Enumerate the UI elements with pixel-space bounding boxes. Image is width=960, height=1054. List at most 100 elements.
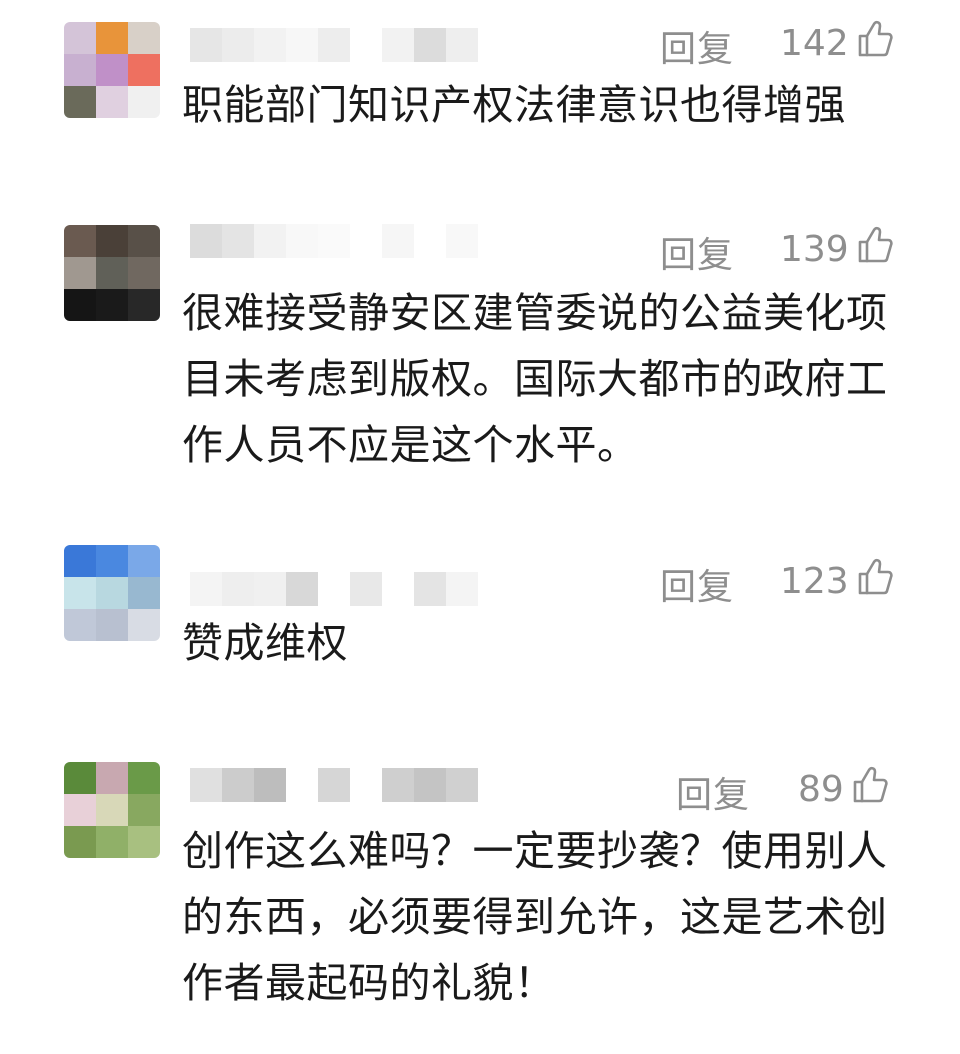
reply-button[interactable]: 回复 [676, 766, 750, 818]
avatar-mosaic-tile [64, 257, 96, 289]
thumbs-up-icon [857, 20, 893, 67]
reply-button[interactable]: 回复 [660, 558, 734, 610]
username-mosaic-tile [446, 768, 478, 802]
avatar-mosaic-tile [128, 577, 160, 609]
username-mosaic-tile [222, 572, 254, 606]
username-mosaic-tile [286, 224, 318, 258]
username-mosaic-tile [286, 572, 318, 606]
username-mosaic-tile [190, 572, 222, 606]
avatar-mosaic-tile [64, 225, 96, 257]
username-mosaic-tile [190, 768, 222, 802]
thumbs-up-icon [852, 766, 888, 813]
avatar-mosaic-tile [96, 225, 128, 257]
like-count: 139 [780, 229, 849, 270]
username-mosaic-tile [286, 28, 318, 62]
username-mosaic-tile [254, 572, 286, 606]
like-button[interactable]: 123 [780, 558, 893, 605]
avatar-mosaic-tile [96, 794, 128, 826]
username-mosaic-tile [318, 572, 350, 606]
username-mosaic-tile [414, 28, 446, 62]
username-blurred[interactable] [190, 768, 478, 802]
avatar-mosaic-tile [96, 545, 128, 577]
avatar-mosaic-tile [64, 577, 96, 609]
username-mosaic-tile [414, 768, 446, 802]
username-mosaic-tile [286, 768, 318, 802]
username-mosaic-tile [222, 224, 254, 258]
username-mosaic-tile [382, 28, 414, 62]
comment-text: 赞成维权 [182, 619, 348, 667]
comment-text: 很难接受静安区建管委说的公益美化项目未考虑到版权。国际大都市的政府工作人员不应是… [182, 289, 888, 469]
avatar-mosaic-tile [64, 794, 96, 826]
username-blurred[interactable] [190, 224, 478, 258]
avatar-mosaic-tile [96, 86, 128, 118]
avatar-mosaic-tile [128, 257, 160, 289]
comment-text: 创作这么难吗？一定要抄袭？使用别人的东西，必须要得到允许，这是艺术创作者最起码的… [182, 827, 888, 1007]
avatar-mosaic-tile [64, 54, 96, 86]
avatar-mosaic-tile [64, 762, 96, 794]
thumbs-up-icon [857, 558, 893, 605]
avatar-mosaic-tile [128, 289, 160, 321]
like-count: 123 [780, 561, 849, 602]
avatar-mosaic-tile [128, 86, 160, 118]
avatar-mosaic-tile [64, 609, 96, 641]
username-mosaic-tile [382, 768, 414, 802]
avatar-mosaic-tile [64, 289, 96, 321]
username-mosaic-tile [318, 224, 350, 258]
username-mosaic-tile [190, 224, 222, 258]
like-count: 142 [780, 23, 849, 64]
avatar-mosaic-tile [96, 762, 128, 794]
reply-button[interactable]: 回复 [660, 20, 734, 72]
avatar-mosaic-tile [64, 545, 96, 577]
avatar-mosaic-tile [128, 609, 160, 641]
username-mosaic-tile [350, 572, 382, 606]
avatar-mosaic-tile [128, 54, 160, 86]
avatar[interactable] [64, 545, 160, 641]
avatar-mosaic-tile [96, 289, 128, 321]
avatar-mosaic-tile [128, 826, 160, 858]
username-mosaic-tile [382, 572, 414, 606]
username-mosaic-tile [446, 572, 478, 606]
username-mosaic-tile [254, 28, 286, 62]
avatar[interactable] [64, 22, 160, 118]
username-mosaic-tile [254, 224, 286, 258]
avatar-mosaic-tile [128, 22, 160, 54]
thumbs-up-icon [857, 226, 893, 273]
avatar-mosaic-tile [96, 826, 128, 858]
avatar-mosaic-tile [128, 762, 160, 794]
username-blurred[interactable] [190, 572, 478, 606]
avatar-mosaic-tile [128, 794, 160, 826]
avatar-mosaic-tile [64, 86, 96, 118]
username-mosaic-tile [318, 768, 350, 802]
like-button[interactable]: 139 [780, 226, 893, 273]
username-mosaic-tile [350, 768, 382, 802]
username-mosaic-tile [254, 768, 286, 802]
avatar-mosaic-tile [96, 54, 128, 86]
username-mosaic-tile [350, 28, 382, 62]
username-mosaic-tile [382, 224, 414, 258]
avatar-mosaic-tile [128, 225, 160, 257]
avatar-mosaic-tile [96, 609, 128, 641]
username-mosaic-tile [222, 28, 254, 62]
like-button[interactable]: 89 [798, 766, 888, 813]
avatar-mosaic-tile [96, 257, 128, 289]
avatar[interactable] [64, 762, 160, 858]
reply-button[interactable]: 回复 [660, 226, 734, 278]
avatar-mosaic-tile [128, 545, 160, 577]
username-blurred[interactable] [190, 28, 478, 62]
username-mosaic-tile [446, 28, 478, 62]
like-button[interactable]: 142 [780, 20, 893, 67]
like-count: 89 [798, 769, 844, 810]
avatar-mosaic-tile [64, 22, 96, 54]
avatar-mosaic-tile [64, 826, 96, 858]
comment-text: 职能部门知识产权法律意识也得增强 [182, 81, 846, 129]
username-mosaic-tile [414, 572, 446, 606]
avatar-mosaic-tile [96, 22, 128, 54]
username-mosaic-tile [190, 28, 222, 62]
avatar-mosaic-tile [96, 577, 128, 609]
username-mosaic-tile [446, 224, 478, 258]
avatar[interactable] [64, 225, 160, 321]
username-mosaic-tile [222, 768, 254, 802]
username-mosaic-tile [350, 224, 382, 258]
username-mosaic-tile [318, 28, 350, 62]
username-mosaic-tile [414, 224, 446, 258]
